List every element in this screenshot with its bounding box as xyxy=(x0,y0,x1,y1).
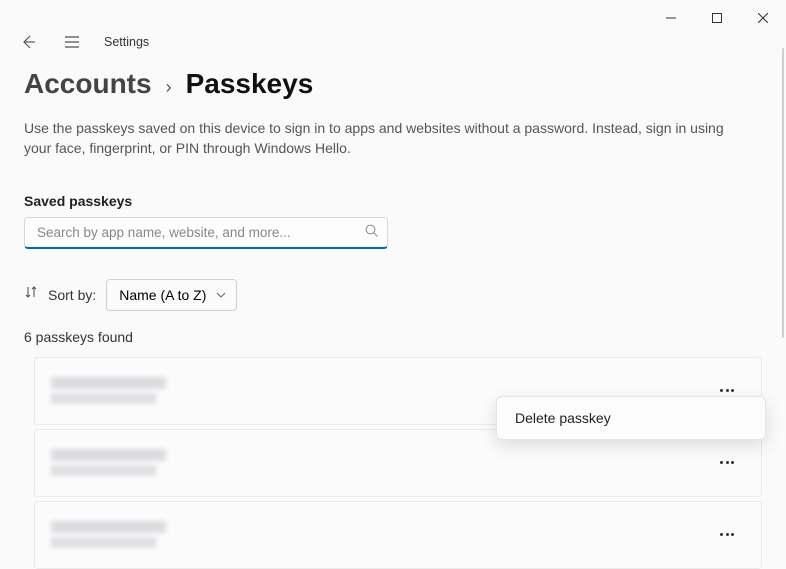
more-icon xyxy=(720,461,734,464)
passkey-item[interactable] xyxy=(34,501,762,569)
chevron-right-icon: › xyxy=(166,77,172,98)
more-options-button[interactable] xyxy=(709,517,745,553)
minimize-button[interactable] xyxy=(648,2,694,34)
close-button[interactable] xyxy=(740,2,786,34)
context-menu: Delete passkey xyxy=(496,396,766,440)
back-button[interactable] xyxy=(16,30,40,54)
sort-icon xyxy=(24,285,38,304)
breadcrumb: Accounts › Passkeys xyxy=(24,68,762,100)
sort-select[interactable]: Name (A to Z) xyxy=(106,279,237,311)
passkey-info xyxy=(51,449,709,476)
more-icon xyxy=(720,533,734,536)
passkey-detail-redacted xyxy=(51,537,156,548)
sort-label: Sort by: xyxy=(48,287,96,303)
breadcrumb-current: Passkeys xyxy=(186,68,314,100)
search-input[interactable] xyxy=(24,217,388,249)
maximize-button[interactable] xyxy=(694,2,740,34)
sort-selected-value: Name (A to Z) xyxy=(119,287,206,303)
results-count: 6 passkeys found xyxy=(24,329,762,345)
passkey-name-redacted xyxy=(51,449,166,461)
page-description: Use the passkeys saved on this device to… xyxy=(24,118,744,159)
breadcrumb-parent[interactable]: Accounts xyxy=(24,68,152,100)
passkey-name-redacted xyxy=(51,521,166,533)
more-options-button[interactable] xyxy=(709,445,745,481)
nav-menu-button[interactable] xyxy=(60,30,84,54)
saved-passkeys-label: Saved passkeys xyxy=(24,193,762,209)
more-icon xyxy=(720,389,734,392)
passkey-info xyxy=(51,521,709,548)
delete-passkey-menu-item[interactable]: Delete passkey xyxy=(501,401,761,435)
passkey-name-redacted xyxy=(51,377,166,389)
chevron-down-icon xyxy=(216,287,226,303)
passkey-detail-redacted xyxy=(51,393,156,404)
scrollbar[interactable] xyxy=(782,48,784,338)
app-title: Settings xyxy=(104,35,149,49)
passkey-detail-redacted xyxy=(51,465,156,476)
